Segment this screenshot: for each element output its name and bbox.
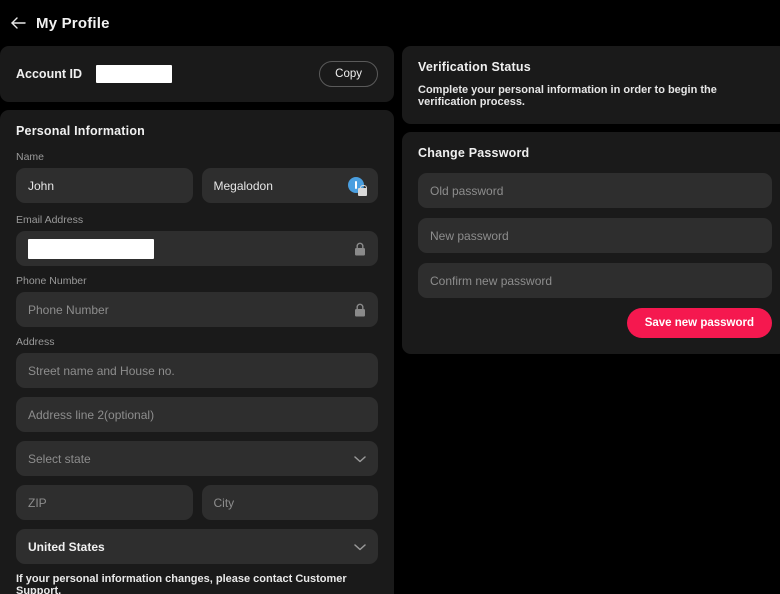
zip-input[interactable]: ZIP: [16, 485, 193, 520]
state-placeholder: Select state: [28, 451, 91, 466]
chevron-down-icon: [354, 455, 366, 462]
lock-icon: [355, 242, 365, 255]
change-password-card: Change Password Old password New passwor…: [402, 132, 780, 354]
country-value: United States: [28, 539, 105, 554]
change-password-actions: Save new password: [418, 308, 772, 338]
phone-lock-wrap: [354, 303, 366, 317]
personal-information-card: Personal Information Name John Megalodon: [0, 110, 394, 594]
page-title: My Profile: [36, 14, 110, 32]
old-password-input[interactable]: Old password: [418, 173, 772, 208]
profile-page: My Profile Account ID Copy Personal Info…: [0, 0, 780, 594]
street-placeholder: Street name and House no.: [28, 363, 175, 378]
new-password-placeholder: New password: [430, 228, 509, 243]
phone-label: Phone Number: [16, 275, 87, 287]
change-password-title: Change Password: [418, 146, 530, 160]
last-name-value: Megalodon: [213, 178, 273, 193]
city-input[interactable]: City: [201, 485, 378, 520]
street-input[interactable]: Street name and House no.: [16, 353, 378, 388]
verification-status-title: Verification Status: [418, 60, 531, 74]
email-value-redacted: [28, 238, 154, 259]
confirm-password-input[interactable]: Confirm new password: [418, 263, 772, 298]
address-label: Address: [16, 336, 55, 348]
personal-information-title: Personal Information: [16, 124, 146, 138]
verification-status-card: Verification Status Complete your person…: [402, 46, 780, 124]
phone-input[interactable]: Phone Number: [16, 292, 378, 327]
city-placeholder: City: [213, 495, 235, 510]
state-select[interactable]: Select state: [16, 441, 378, 476]
name-row: John Megalodon: [16, 168, 378, 212]
chevron-down-icon: [354, 543, 366, 550]
page-header: My Profile: [0, 0, 780, 46]
last-name-input[interactable]: Megalodon: [201, 168, 378, 203]
name-label: Name: [16, 151, 45, 163]
country-chevron-wrap: [354, 543, 366, 551]
old-password-placeholder: Old password: [430, 183, 504, 198]
locked-cursor-icon: [348, 176, 367, 196]
lock-icon: [355, 303, 365, 316]
first-name-value: John: [28, 178, 55, 193]
email-input[interactable]: [16, 231, 378, 266]
content-columns: Account ID Copy Personal Information Nam…: [0, 46, 780, 594]
email-label: Email Address: [16, 214, 84, 226]
country-select[interactable]: United States: [16, 529, 378, 564]
verification-status-description: Complete your personal information in or…: [418, 84, 717, 108]
email-lock-wrap: [354, 242, 366, 256]
right-column: Verification Status Complete your person…: [402, 46, 780, 362]
state-chevron-wrap: [354, 455, 366, 463]
address-line-2-placeholder: Address line 2(optional): [28, 407, 155, 422]
new-password-input[interactable]: New password: [418, 218, 772, 253]
arrow-left-icon[interactable]: [10, 15, 26, 31]
address-line-2-input[interactable]: Address line 2(optional): [16, 397, 378, 432]
account-id-value-redacted: [95, 65, 172, 83]
zip-city-row: ZIP City: [16, 485, 378, 529]
phone-placeholder: Phone Number: [28, 302, 109, 317]
zip-placeholder: ZIP: [28, 495, 47, 510]
copy-button[interactable]: Copy: [319, 61, 378, 87]
confirm-password-placeholder: Confirm new password: [430, 273, 553, 288]
last-name-trailing: [348, 176, 367, 196]
save-new-password-button[interactable]: Save new password: [626, 308, 772, 338]
first-name-input[interactable]: John: [16, 168, 193, 203]
left-column: Account ID Copy Personal Information Nam…: [0, 46, 394, 594]
account-id-card: Account ID Copy: [0, 46, 394, 102]
personal-information-note: If your personal information changes, pl…: [16, 573, 347, 594]
account-id-label: Account ID: [16, 67, 82, 81]
